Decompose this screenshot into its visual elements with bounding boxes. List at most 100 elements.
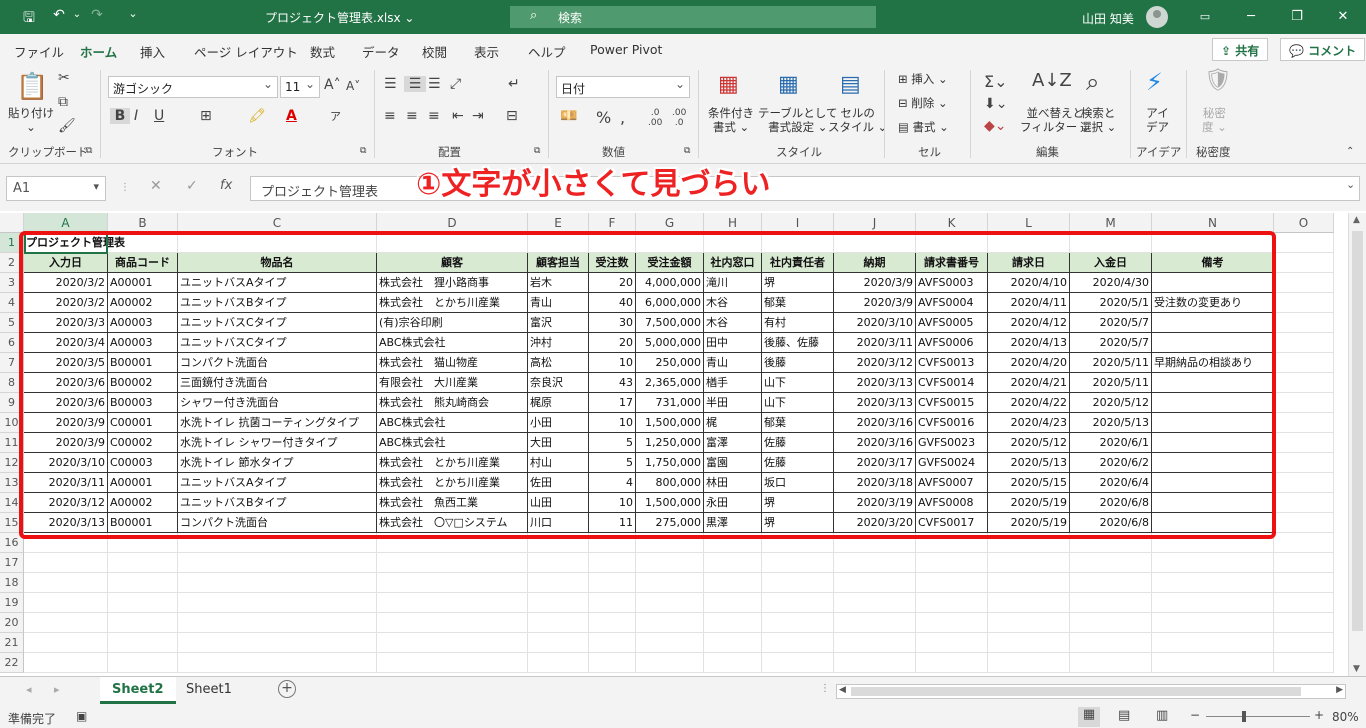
table-cell[interactable]: コンパクト洗面台	[178, 353, 377, 373]
empty-cell[interactable]	[24, 653, 108, 673]
table-cell[interactable]: 2020/3/13	[24, 513, 108, 533]
zoom-slider-thumb[interactable]	[1242, 711, 1246, 722]
table-cell[interactable]	[1152, 513, 1274, 533]
column-header[interactable]: B	[108, 213, 178, 233]
empty-cell[interactable]	[704, 593, 762, 613]
vertical-scroll-thumb[interactable]	[1352, 231, 1363, 631]
empty-cell[interactable]	[1274, 333, 1334, 353]
empty-cell[interactable]	[636, 593, 704, 613]
horizontal-scrollbar[interactable]: ◀ ▶	[836, 684, 1346, 699]
empty-cell[interactable]	[762, 573, 834, 593]
table-cell[interactable]: 2020/3/4	[24, 333, 108, 353]
empty-cell[interactable]	[108, 633, 178, 653]
table-header-cell[interactable]: 顧客担当	[528, 253, 589, 273]
empty-cell[interactable]	[1070, 533, 1152, 553]
empty-cell[interactable]	[1070, 653, 1152, 673]
table-cell[interactable]: A00003	[108, 333, 178, 353]
empty-cell[interactable]	[1274, 413, 1334, 433]
empty-cell[interactable]	[589, 633, 636, 653]
empty-cell[interactable]	[589, 613, 636, 633]
zoom-out-icon[interactable]: −	[1190, 708, 1200, 722]
format-painter-icon[interactable]: 🖌	[58, 118, 76, 134]
table-cell[interactable]: 7,500,000	[636, 313, 704, 333]
table-cell[interactable]: 株式会社 猫山物産	[377, 353, 528, 373]
decrease-indent-icon[interactable]: ⇤	[452, 108, 464, 124]
table-cell[interactable]: 富澤	[704, 433, 762, 453]
table-cell[interactable]	[1152, 473, 1274, 493]
table-cell[interactable]: A00003	[108, 313, 178, 333]
table-cell[interactable]: 株式会社 とかち川産業	[377, 453, 528, 473]
table-cell[interactable]: A00002	[108, 293, 178, 313]
new-sheet-icon[interactable]: +	[278, 680, 296, 698]
phonetic-guide-icon[interactable]: ア	[330, 108, 341, 124]
empty-cell[interactable]	[762, 233, 834, 253]
table-cell[interactable]: 2020/3/13	[834, 373, 916, 393]
find-select-icon[interactable]: ⌕	[1086, 68, 1099, 96]
table-cell[interactable]: 堺	[762, 513, 834, 533]
table-cell[interactable]: 早期納品の相談あり	[1152, 353, 1274, 373]
row-header[interactable]: 20	[0, 613, 24, 633]
table-cell[interactable]: ユニットバスAタイプ	[178, 473, 377, 493]
table-cell[interactable]: 2020/6/1	[1070, 433, 1152, 453]
row-header[interactable]: 6	[0, 333, 24, 353]
table-cell[interactable]: AVFS0007	[916, 473, 988, 493]
table-cell[interactable]: 2020/3/12	[834, 353, 916, 373]
empty-cell[interactable]	[988, 533, 1070, 553]
empty-cell[interactable]	[988, 613, 1070, 633]
empty-cell[interactable]	[1070, 613, 1152, 633]
empty-cell[interactable]	[1274, 273, 1334, 293]
empty-cell[interactable]	[178, 593, 377, 613]
alignment-launcher-icon[interactable]: ⧉	[534, 146, 540, 156]
name-box-dropdown-icon[interactable]: ▾	[93, 180, 99, 193]
table-cell[interactable]: 村山	[528, 453, 589, 473]
table-cell[interactable]: 佐藤	[762, 453, 834, 473]
empty-cell[interactable]	[988, 553, 1070, 573]
table-cell[interactable]: 株式会社 狸小路商事	[377, 273, 528, 293]
table-cell[interactable]: 木谷	[704, 313, 762, 333]
table-header-cell[interactable]: 入力日	[24, 253, 108, 273]
empty-cell[interactable]	[1274, 513, 1334, 533]
table-cell[interactable]: 1,500,000	[636, 413, 704, 433]
table-cell[interactable]: 2020/5/12	[1070, 393, 1152, 413]
row-header[interactable]: 5	[0, 313, 24, 333]
increase-decimal-icon[interactable]: .0.00	[648, 108, 662, 128]
table-cell[interactable]: 堺	[762, 493, 834, 513]
table-cell[interactable]: 2020/5/13	[1070, 413, 1152, 433]
empty-cell[interactable]	[528, 233, 589, 253]
empty-cell[interactable]	[636, 573, 704, 593]
table-cell[interactable]: 5	[589, 453, 636, 473]
row-header[interactable]: 19	[0, 593, 24, 613]
empty-cell[interactable]	[762, 553, 834, 573]
empty-cell[interactable]	[916, 633, 988, 653]
next-sheet-icon[interactable]: ▸	[54, 683, 60, 696]
select-all-corner[interactable]	[0, 213, 24, 233]
row-header[interactable]: 17	[0, 553, 24, 573]
table-cell[interactable]: 275,000	[636, 513, 704, 533]
table-cell[interactable]: 木谷	[704, 293, 762, 313]
undo-dropdown-icon[interactable]: ⌄	[66, 9, 88, 29]
empty-cell[interactable]	[988, 233, 1070, 253]
table-cell[interactable]: 2020/3/18	[834, 473, 916, 493]
table-cell[interactable]: 43	[589, 373, 636, 393]
fill-icon[interactable]: ⬇⌄	[984, 96, 1007, 112]
table-cell[interactable]: 2020/3/6	[24, 373, 108, 393]
table-cell[interactable]: 岩木	[528, 273, 589, 293]
row-header[interactable]: 15	[0, 513, 24, 533]
table-cell[interactable]: 1,750,000	[636, 453, 704, 473]
increase-indent-icon[interactable]: ⇥	[472, 108, 484, 124]
table-cell[interactable]: 2020/3/9	[24, 433, 108, 453]
table-cell[interactable]: GVFS0024	[916, 453, 988, 473]
table-cell[interactable]: 20	[589, 333, 636, 353]
tab-view[interactable]: 表示	[474, 42, 499, 61]
empty-cell[interactable]	[636, 633, 704, 653]
table-cell[interactable]: 2020/4/11	[988, 293, 1070, 313]
empty-cell[interactable]	[636, 613, 704, 633]
table-cell[interactable]: 6,000,000	[636, 293, 704, 313]
empty-cell[interactable]	[589, 573, 636, 593]
empty-cell[interactable]	[916, 533, 988, 553]
empty-cell[interactable]	[178, 553, 377, 573]
name-box[interactable]: A1 ▾	[6, 176, 106, 201]
empty-cell[interactable]	[704, 533, 762, 553]
table-cell[interactable]: 2020/3/16	[834, 413, 916, 433]
table-cell[interactable]: AVFS0005	[916, 313, 988, 333]
